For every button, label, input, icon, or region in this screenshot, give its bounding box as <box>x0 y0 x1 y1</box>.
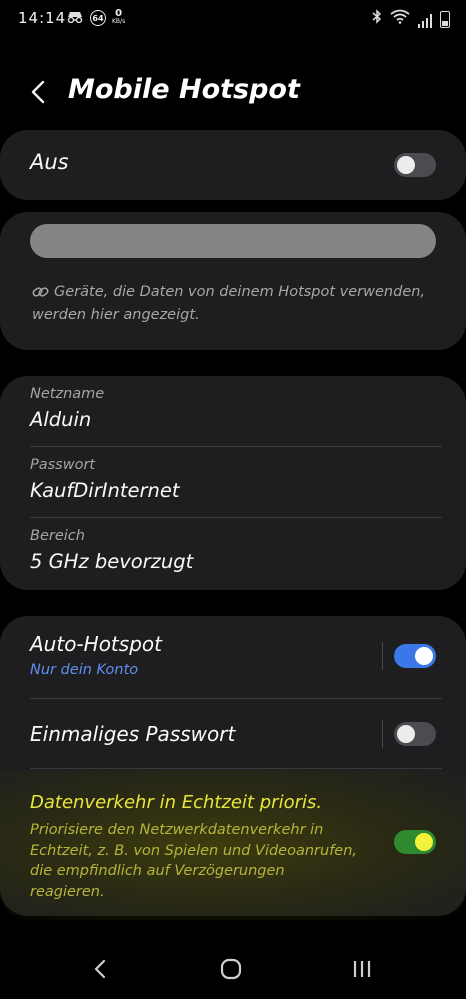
network-name-value: Alduin <box>30 408 92 431</box>
back-button[interactable] <box>22 76 54 108</box>
toggle-knob <box>397 725 415 743</box>
auto-hotspot-subtitle: Nur dein Konto <box>30 662 139 678</box>
password-field[interactable]: Passwort KaufDirInternet <box>30 457 442 502</box>
status-icons-left: 64 0 KB/s <box>66 9 125 27</box>
password-label: Passwort <box>30 457 96 473</box>
nav-back-button[interactable] <box>80 954 120 984</box>
divider <box>30 698 442 699</box>
data-saver-badge-icon: 64 <box>90 10 106 26</box>
signal-icon <box>418 14 432 28</box>
divider <box>30 517 442 518</box>
hotspot-toggle[interactable] <box>394 153 436 177</box>
password-value: KaufDirInternet <box>30 479 180 502</box>
nav-recents-button[interactable] <box>342 954 382 984</box>
network-settings-card: Netzname Alduin Passwort KaufDirInternet… <box>0 376 466 590</box>
chevron-left-icon <box>31 80 45 104</box>
incognito-icon <box>66 9 84 27</box>
wifi-icon <box>390 9 410 28</box>
network-name-label: Netzname <box>30 386 105 402</box>
nav-home-button[interactable] <box>211 954 251 984</box>
status-time: 14:14 <box>18 9 67 27</box>
toggle-knob <box>397 156 415 174</box>
network-speed: 0 KB/s <box>112 8 126 26</box>
hotspot-master-switch-row[interactable]: Aus <box>0 130 466 200</box>
band-label: Bereich <box>30 528 85 544</box>
hotspot-state-label: Aus <box>30 150 69 174</box>
status-bar: 14:14 64 0 KB/s <box>0 0 466 40</box>
device-placeholder-bar <box>30 224 436 258</box>
band-field[interactable]: Bereich 5 GHz bevorzugt <box>30 528 442 573</box>
network-speed-value: 0 <box>115 8 123 19</box>
network-name-field[interactable]: Netzname Alduin <box>30 386 442 431</box>
connected-devices-note: Geräte, die Daten von deinem Hotspot ver… <box>32 282 432 325</box>
divider <box>30 446 442 447</box>
band-value: 5 GHz bevorzugt <box>30 550 194 573</box>
realtime-priority-toggle[interactable] <box>394 830 436 854</box>
realtime-priority-title[interactable]: Datenverkehr in Echtzeit prioris. <box>30 792 322 813</box>
vertical-separator <box>382 642 383 670</box>
network-speed-unit: KB/s <box>112 18 126 25</box>
nav-back-icon <box>94 959 106 979</box>
link-icon <box>32 285 50 305</box>
one-time-password-title[interactable]: Einmaliges Passwort <box>30 722 235 746</box>
nav-recents-icon <box>353 961 371 977</box>
one-time-password-toggle[interactable] <box>394 722 436 746</box>
connected-devices-note-text: Geräte, die Daten von deinem Hotspot ver… <box>32 284 426 323</box>
status-icons-right <box>372 9 450 28</box>
app-header: Mobile Hotspot <box>0 62 466 122</box>
auto-hotspot-title[interactable]: Auto-Hotspot <box>30 632 162 656</box>
bluetooth-icon <box>372 9 382 28</box>
page-title: Mobile Hotspot <box>68 74 300 105</box>
connected-devices-card: Geräte, die Daten von deinem Hotspot ver… <box>0 212 466 350</box>
vertical-separator <box>382 720 383 748</box>
battery-icon <box>440 11 450 28</box>
system-navigation-bar <box>0 940 466 999</box>
nav-home-icon <box>220 958 242 980</box>
toggle-knob <box>415 833 433 851</box>
toggle-knob <box>415 647 433 665</box>
auto-hotspot-toggle[interactable] <box>394 644 436 668</box>
realtime-priority-description: Priorisiere den Netzwerkdatenverkehr in … <box>30 822 358 900</box>
divider <box>30 768 442 769</box>
